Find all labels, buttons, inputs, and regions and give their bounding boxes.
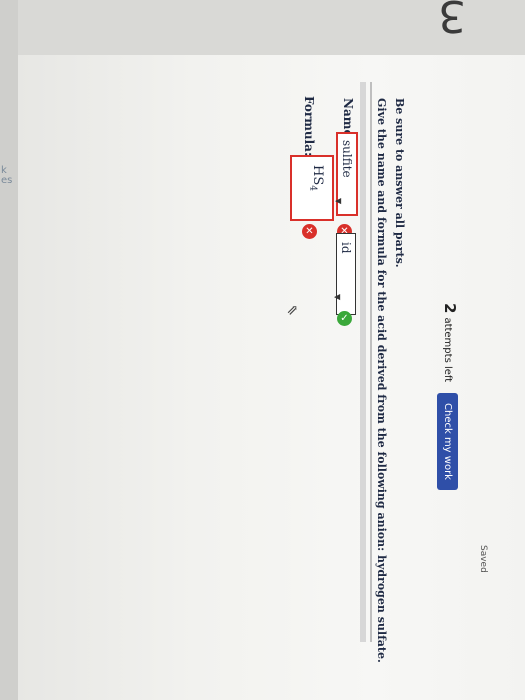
left-strip: k es [0, 0, 18, 700]
question-number: 3 [438, 0, 466, 41]
header-divider-shadow [360, 82, 366, 642]
formula-value: HS4 [307, 165, 325, 191]
side-label-es: es [1, 175, 13, 186]
instruction-be-sure: Be sure to answer all parts. [393, 98, 406, 268]
attempts-left: 2 attempts left [441, 303, 459, 382]
saved-status: Saved [478, 545, 488, 573]
mouse-cursor-icon: ⇖ [283, 304, 300, 316]
formula-subscript: 4 [307, 185, 318, 191]
attempts-label: attempts left [442, 317, 453, 383]
name-select-1[interactable]: sulfite ▼ [334, 132, 358, 216]
formula-main: HS [310, 165, 325, 186]
name-select-1-value: sulfite [340, 140, 354, 178]
chevron-down-icon: ▼ [333, 294, 342, 301]
incorrect-icon: ✕ [302, 224, 317, 239]
question-text: Give the name and formula for the acid d… [375, 98, 388, 663]
correct-icon: ✓ [337, 311, 352, 326]
attempts-count: 2 [441, 303, 459, 314]
chevron-down-icon: ▼ [334, 198, 343, 205]
name-select-2[interactable]: id ▼ [333, 233, 356, 315]
formula-input[interactable]: HS4 [290, 155, 334, 221]
header-divider [370, 82, 372, 642]
formula-label: Formula: [302, 96, 316, 157]
check-my-work-button[interactable]: Check my work [437, 393, 458, 490]
name-select-2-value: id [339, 242, 353, 254]
